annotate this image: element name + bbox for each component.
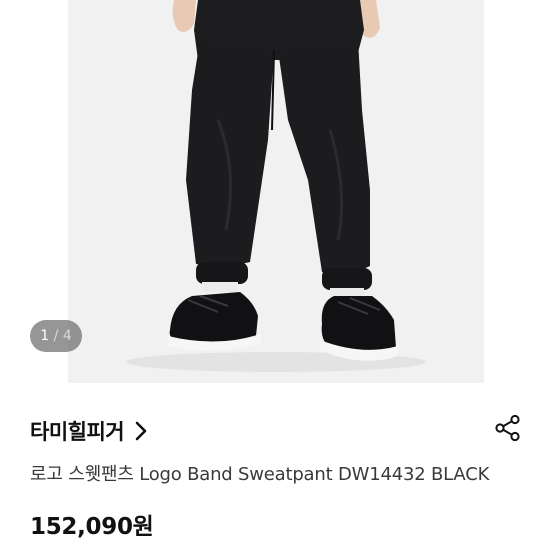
brand-link[interactable]: 타미힐피거 xyxy=(30,413,150,449)
share-icon xyxy=(494,414,522,446)
image-counter-current: 1 xyxy=(40,328,50,344)
product-photo[interactable] xyxy=(68,0,484,383)
chevron-right-icon xyxy=(134,421,150,441)
share-button[interactable] xyxy=(490,412,526,448)
product-image-gallery[interactable]: 1 / 4 xyxy=(0,0,554,383)
product-price: 152,090원 xyxy=(30,514,154,540)
brand-name: 타미힐피거 xyxy=(30,420,125,444)
product-title: 로고 스웻팬츠 Logo Band Sweatpant DW14432 BLAC… xyxy=(30,464,490,485)
image-counter-badge: 1 / 4 xyxy=(30,320,82,352)
image-counter-total: 4 xyxy=(62,328,72,344)
image-counter-separator: / xyxy=(53,328,59,344)
